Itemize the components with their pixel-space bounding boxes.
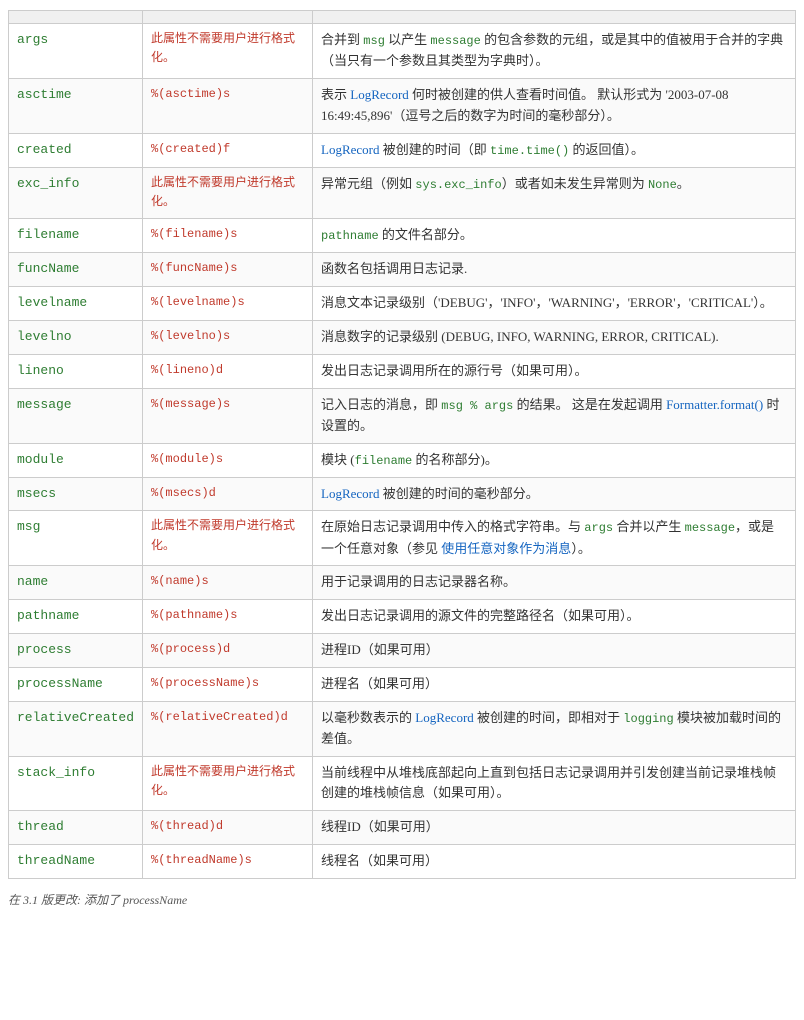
attr-name: asctime — [9, 78, 143, 133]
attr-format: %(name)s — [143, 566, 313, 600]
attr-name: filename — [9, 219, 143, 253]
table-row: msg此属性不需要用户进行格式化。在原始日志记录调用中传入的格式字符串。与 ar… — [9, 511, 796, 566]
attr-desc: 函数名包括调用日志记录. — [313, 253, 796, 287]
attr-name: created — [9, 133, 143, 167]
attr-name: thread — [9, 811, 143, 845]
attr-desc: 进程名（如果可用） — [313, 667, 796, 701]
attr-desc: 当前线程中从堆栈底部起向上直到包括日志记录调用并引发创建当前记录堆栈帧创建的堆栈… — [313, 756, 796, 811]
attr-desc: 表示 LogRecord 何时被创建的供人查看时间值。 默认形式为 '2003-… — [313, 78, 796, 133]
table-row: asctime%(asctime)s表示 LogRecord 何时被创建的供人查… — [9, 78, 796, 133]
attr-desc: LogRecord 被创建的时间的毫秒部分。 — [313, 477, 796, 511]
table-row: processName%(processName)s进程名（如果可用） — [9, 667, 796, 701]
attr-desc: 用于记录调用的日志记录器名称。 — [313, 566, 796, 600]
attr-format: 此属性不需要用户进行格式化。 — [143, 24, 313, 79]
attr-format: 此属性不需要用户进行格式化。 — [143, 511, 313, 566]
attr-format: 此属性不需要用户进行格式化。 — [143, 167, 313, 218]
table-row: name%(name)s用于记录调用的日志记录器名称。 — [9, 566, 796, 600]
table-row: filename%(filename)spathname 的文件名部分。 — [9, 219, 796, 253]
col-header-format — [143, 11, 313, 24]
table-row: pathname%(pathname)s发出日志记录调用的源文件的完整路径名（如… — [9, 600, 796, 634]
attr-desc: 发出日志记录调用的源文件的完整路径名（如果可用）。 — [313, 600, 796, 634]
table-row: relativeCreated%(relativeCreated)d以毫秒数表示… — [9, 701, 796, 756]
attr-name: module — [9, 443, 143, 477]
attr-format: %(levelname)s — [143, 287, 313, 321]
attr-name: msg — [9, 511, 143, 566]
attr-format: %(process)d — [143, 634, 313, 668]
table-row: funcName%(funcName)s函数名包括调用日志记录. — [9, 253, 796, 287]
table-row: msecs%(msecs)dLogRecord 被创建的时间的毫秒部分。 — [9, 477, 796, 511]
attr-name: levelname — [9, 287, 143, 321]
attr-name: args — [9, 24, 143, 79]
attr-desc: 模块 (filename 的名称部分)。 — [313, 443, 796, 477]
table-row: created%(created)fLogRecord 被创建的时间（即 tim… — [9, 133, 796, 167]
table-row: exc_info此属性不需要用户进行格式化。异常元组（例如 sys.exc_in… — [9, 167, 796, 218]
attr-desc: 发出日志记录调用所在的源行号（如果可用）。 — [313, 354, 796, 388]
attr-format: %(levelno)s — [143, 320, 313, 354]
attr-name: relativeCreated — [9, 701, 143, 756]
table-row: stack_info此属性不需要用户进行格式化。当前线程中从堆栈底部起向上直到包… — [9, 756, 796, 811]
attr-name: pathname — [9, 600, 143, 634]
attr-format: %(msecs)d — [143, 477, 313, 511]
attr-desc: 异常元组（例如 sys.exc_info）或者如未发生异常则为 None。 — [313, 167, 796, 218]
attr-name: process — [9, 634, 143, 668]
table-row: lineno%(lineno)d发出日志记录调用所在的源行号（如果可用）。 — [9, 354, 796, 388]
attr-name: message — [9, 388, 143, 443]
table-row: process%(process)d进程ID（如果可用） — [9, 634, 796, 668]
table-row: module%(module)s模块 (filename 的名称部分)。 — [9, 443, 796, 477]
table-row: threadName%(threadName)s线程名（如果可用） — [9, 845, 796, 879]
attr-format: %(lineno)d — [143, 354, 313, 388]
attr-name: levelno — [9, 320, 143, 354]
attr-desc: 以毫秒数表示的 LogRecord 被创建的时间，即相对于 logging 模块… — [313, 701, 796, 756]
attr-name: exc_info — [9, 167, 143, 218]
attr-name: funcName — [9, 253, 143, 287]
attr-format: %(filename)s — [143, 219, 313, 253]
attr-format: %(created)f — [143, 133, 313, 167]
attr-format: %(message)s — [143, 388, 313, 443]
attr-format: %(relativeCreated)d — [143, 701, 313, 756]
attributes-table: args此属性不需要用户进行格式化。合并到 msg 以产生 message 的包… — [8, 10, 796, 879]
table-row: message%(message)s记入日志的消息，即 msg % args 的… — [9, 388, 796, 443]
col-header-name — [9, 11, 143, 24]
footer-note: 在 3.1 版更改: 添加了 processName — [8, 891, 796, 908]
attr-name: name — [9, 566, 143, 600]
attr-desc: 记入日志的消息，即 msg % args 的结果。 这是在发起调用 Format… — [313, 388, 796, 443]
attr-name: processName — [9, 667, 143, 701]
attr-desc: 合并到 msg 以产生 message 的包含参数的元组，或是其中的值被用于合并… — [313, 24, 796, 79]
table-row: args此属性不需要用户进行格式化。合并到 msg 以产生 message 的包… — [9, 24, 796, 79]
attr-format: %(processName)s — [143, 667, 313, 701]
col-header-desc — [313, 11, 796, 24]
attr-desc: 线程名（如果可用） — [313, 845, 796, 879]
attr-desc: 消息文本记录级别（'DEBUG'，'INFO'，'WARNING'，'ERROR… — [313, 287, 796, 321]
table-row: levelname%(levelname)s消息文本记录级别（'DEBUG'，'… — [9, 287, 796, 321]
attr-name: msecs — [9, 477, 143, 511]
attr-format: %(threadName)s — [143, 845, 313, 879]
table-row: levelno%(levelno)s消息数字的记录级别 (DEBUG, INFO… — [9, 320, 796, 354]
attr-format: %(asctime)s — [143, 78, 313, 133]
attr-desc: LogRecord 被创建的时间（即 time.time() 的返回值）。 — [313, 133, 796, 167]
attr-desc: 消息数字的记录级别 (DEBUG, INFO, WARNING, ERROR, … — [313, 320, 796, 354]
attr-desc: 进程ID（如果可用） — [313, 634, 796, 668]
attr-desc: 线程ID（如果可用） — [313, 811, 796, 845]
attr-format: 此属性不需要用户进行格式化。 — [143, 756, 313, 811]
attr-format: %(funcName)s — [143, 253, 313, 287]
attr-format: %(pathname)s — [143, 600, 313, 634]
attr-format: %(module)s — [143, 443, 313, 477]
attr-desc: pathname 的文件名部分。 — [313, 219, 796, 253]
attr-name: threadName — [9, 845, 143, 879]
table-row: thread%(thread)d线程ID（如果可用） — [9, 811, 796, 845]
attr-desc: 在原始日志记录调用中传入的格式字符串。与 args 合并以产生 message，… — [313, 511, 796, 566]
attr-name: stack_info — [9, 756, 143, 811]
attr-format: %(thread)d — [143, 811, 313, 845]
attr-name: lineno — [9, 354, 143, 388]
